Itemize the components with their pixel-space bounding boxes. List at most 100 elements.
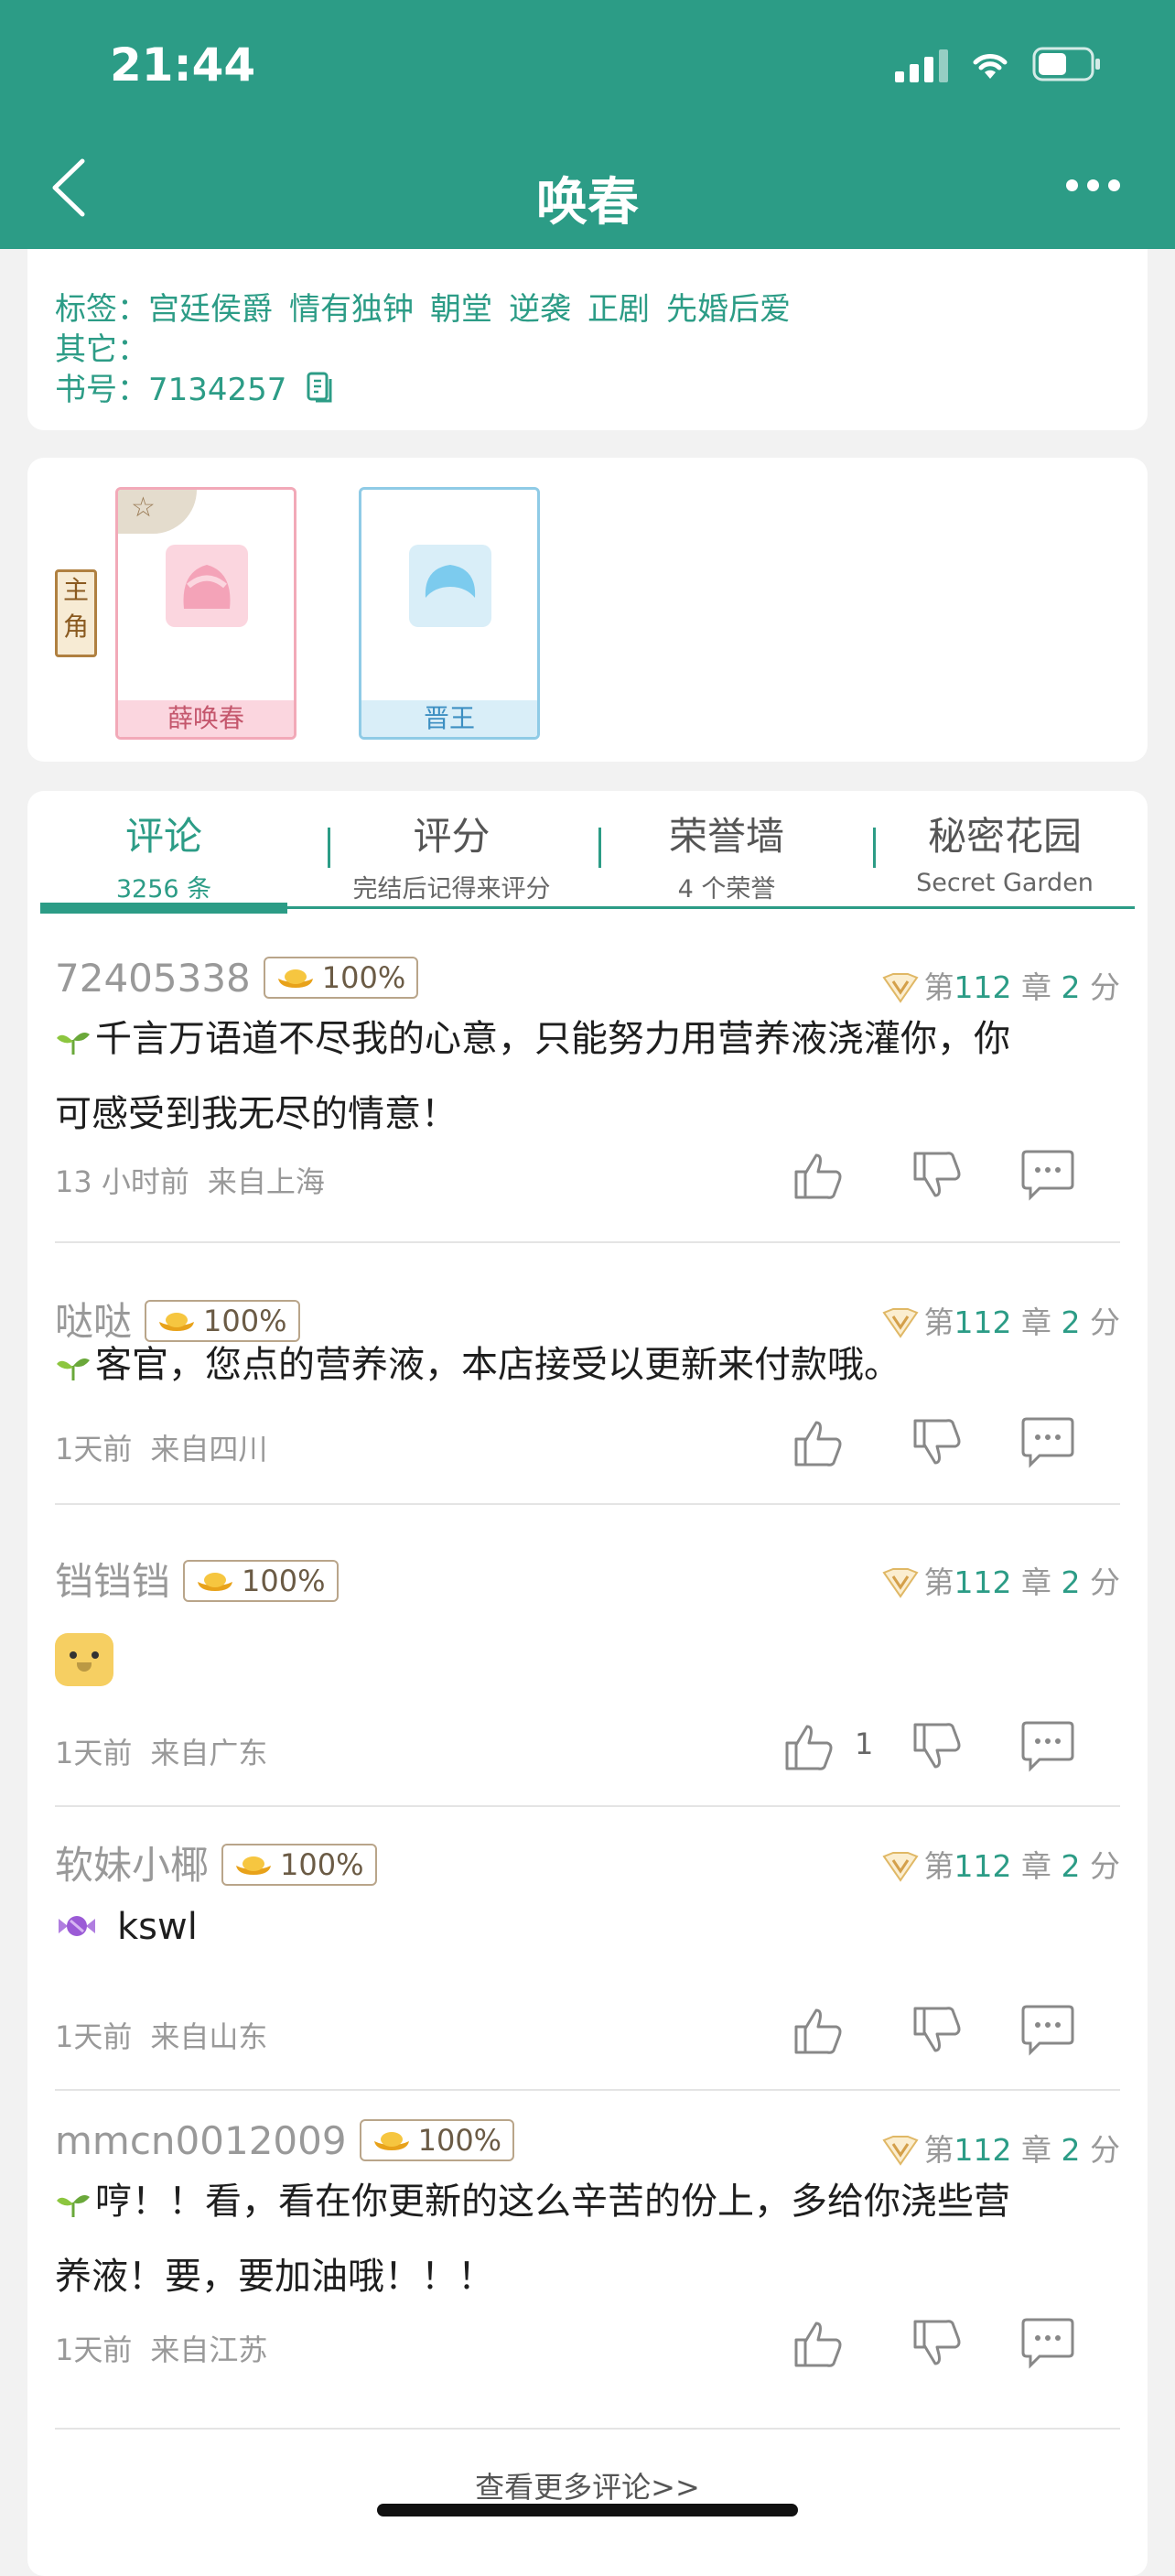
role-corner — [118, 490, 197, 534]
role-card[interactable]: 晋王 — [359, 487, 540, 740]
reply-button[interactable] — [1019, 2003, 1074, 2058]
gold-ingot-icon — [277, 969, 313, 988]
comment-time: 1天前 — [55, 2332, 133, 2367]
comment-user[interactable]: 72405338 100% — [55, 956, 419, 1001]
battery-icon — [1032, 47, 1102, 81]
comment-user[interactable]: mmcn0012009 100% — [55, 2118, 515, 2163]
dislike-button[interactable] — [910, 2003, 965, 2058]
thumbs-up-icon — [785, 1725, 833, 1770]
comment-bubble-icon — [1021, 1417, 1074, 1468]
more-dot-icon — [1087, 179, 1099, 191]
tag-item[interactable]: 正剧 — [588, 291, 650, 328]
dislike-button[interactable] — [910, 1719, 965, 1774]
like-button[interactable] — [782, 1719, 836, 1774]
gold-ingot-icon — [373, 2132, 409, 2150]
comment-actions — [791, 1415, 1120, 1470]
thumbs-up-icon — [794, 1153, 842, 1199]
book-id: 7134257 — [148, 372, 287, 408]
avatar — [409, 545, 491, 627]
like-button[interactable] — [791, 2316, 846, 2371]
vip-icon — [881, 2136, 919, 2166]
view-more-comments-link[interactable]: 查看更多评论>> — [27, 2464, 1148, 2506]
comment-chapter: 第112 章 2 分 — [881, 1298, 1120, 1342]
dislike-button[interactable] — [910, 1148, 965, 1203]
tab-subtitle: 3256 条 — [115, 875, 212, 904]
more-dot-icon — [1108, 179, 1120, 191]
tag-item[interactable]: 先婚后爱 — [666, 291, 791, 328]
reply-button[interactable] — [1019, 2316, 1074, 2371]
reply-button[interactable] — [1019, 1148, 1074, 1203]
thumbs-down-icon — [913, 2320, 961, 2365]
star-icon: ☆ — [131, 492, 156, 524]
comment-text: 哼！！看，看在你更新的这么辛苦的份上，多给你浇些营 养液！要，要加油哦！！！ — [55, 2181, 1010, 2298]
comment-bubble-icon — [1021, 2005, 1074, 2056]
like-button[interactable] — [791, 2003, 846, 2058]
comment-actions: 1 — [782, 1719, 1120, 1774]
tags-label: 标签： — [55, 291, 148, 328]
comment-text: 千言万语道不尽我的心意，只能努力用营养液浇灌你，你 可感受到我无尽的情意！ — [55, 1018, 1010, 1135]
tab-comments[interactable]: 评论 3256 条 — [40, 806, 287, 904]
thumbs-down-icon — [913, 1723, 961, 1769]
comment-divider — [55, 1503, 1120, 1505]
home-indicator[interactable] — [377, 2504, 798, 2516]
comment-item: 软妹小椰 100% 第112 章 2 分 kswl 1天前 来自山东 — [55, 1835, 1120, 2091]
comment-user[interactable]: 软妹小椰 100% — [55, 1835, 377, 1890]
top-bar: 21:44 唤春 — [0, 0, 1175, 249]
copy-icon[interactable] — [306, 371, 333, 412]
more-options-button[interactable] — [1066, 179, 1120, 191]
comment-divider — [55, 1241, 1120, 1243]
comment-text: 客官，您点的营养液，本店接受以更新来付款哦。 — [55, 1327, 900, 1402]
other-row: 其它： — [55, 324, 148, 369]
tab-honor-wall[interactable]: 荣誉墙 4 个荣誉 — [603, 806, 850, 904]
like-button[interactable] — [791, 1415, 846, 1470]
book-id-label: 书号： — [55, 372, 148, 408]
comment-location: 来自江苏 — [150, 2332, 268, 2367]
sprout-icon — [57, 1358, 90, 1380]
tab-title: 秘密花园 — [927, 814, 1082, 859]
tag-item[interactable]: 逆袭 — [509, 291, 571, 328]
comment-item: mmcn0012009 100% 第112 章 2 分 哼！！看，看在你更新的这么… — [55, 2118, 1120, 2430]
thumbs-down-icon — [913, 1152, 961, 1197]
comment-time: 1天前 — [55, 2019, 133, 2054]
username: 铛铛铛 — [55, 1559, 171, 1604]
role-card[interactable]: ☆ 薛唤春 — [115, 487, 296, 740]
comments-card: 评论 3256 条 评分 完结后记得来评分 荣誉墙 4 个荣誉 秘密花园 Sec… — [27, 791, 1148, 2576]
nutrient-badge: 100% — [263, 957, 419, 999]
tag-item[interactable]: 朝堂 — [430, 291, 492, 328]
tag-item[interactable]: 宫廷侯爵 — [148, 291, 273, 328]
comment-meta: 1天前 来自江苏 — [55, 2327, 267, 2369]
comment-actions — [791, 2003, 1120, 2058]
comment-user[interactable]: 铛铛铛 100% — [55, 1551, 339, 1607]
comment-actions — [791, 2316, 1120, 2371]
reply-button[interactable] — [1019, 1415, 1074, 1470]
comment-location: 来自四川 — [150, 1432, 268, 1467]
dislike-button[interactable] — [910, 1415, 965, 1470]
thumbs-down-icon — [913, 2007, 961, 2052]
status-time: 21:44 — [110, 38, 256, 92]
page-title: 唤春 — [536, 173, 639, 233]
comment-chapter: 第112 章 2 分 — [881, 1558, 1120, 1602]
role-name: 薛唤春 — [118, 700, 294, 737]
tab-rating[interactable]: 评分 完结后记得来评分 — [315, 806, 588, 904]
comment-meta: 1天前 来自山东 — [55, 2014, 267, 2056]
reply-button[interactable] — [1019, 1719, 1074, 1774]
dislike-button[interactable] — [910, 2316, 965, 2371]
gold-ingot-icon — [198, 1573, 233, 1591]
comment-meta: 1天前 来自广东 — [55, 1730, 267, 1772]
nutrient-badge: 100% — [221, 1844, 377, 1886]
vip-icon — [881, 1568, 919, 1598]
comment-bubble-icon — [1021, 2318, 1074, 2369]
gold-ingot-icon — [236, 1856, 272, 1875]
tags-row: 标签：宫廷侯爵 情有独钟 朝堂 逆袭 正剧 先婚后爱 — [55, 284, 807, 329]
tab-secret-garden[interactable]: 秘密花园 Secret Garden — [875, 806, 1135, 897]
tab-subtitle: 4 个荣誉 — [677, 875, 776, 904]
comment-divider — [55, 2428, 1120, 2430]
tag-item[interactable]: 情有独钟 — [289, 291, 414, 328]
comment-bubble-icon — [1021, 1721, 1074, 1772]
book-id-row: 书号：7134257 — [55, 364, 333, 412]
status-icons — [895, 46, 1102, 82]
sticker-emoji-icon — [55, 1633, 113, 1686]
thumbs-up-icon — [794, 1421, 842, 1467]
comment-chapter: 第112 章 2 分 — [881, 1842, 1120, 1886]
like-button[interactable] — [791, 1148, 846, 1203]
